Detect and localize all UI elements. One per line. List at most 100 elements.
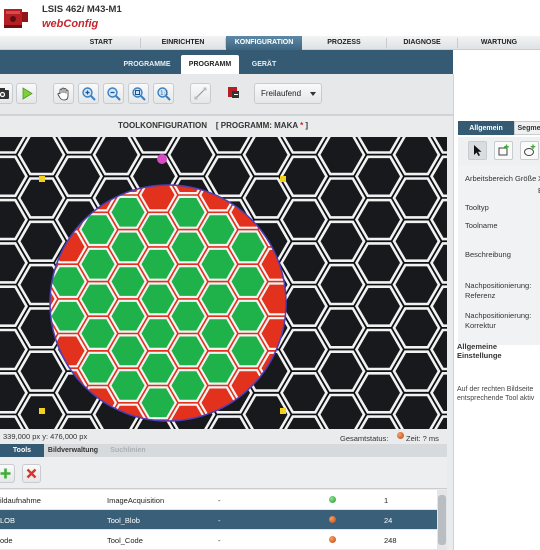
mesh-cell xyxy=(242,177,291,219)
tab-bildverwaltung[interactable]: Bildverwaltung xyxy=(44,444,102,457)
tool-config-title: TOOLKONFIGURATION [ PROGRAMM: MAKA * ] xyxy=(118,121,309,130)
nav-start[interactable]: START xyxy=(62,36,140,50)
mesh-cell xyxy=(17,350,66,392)
properties-panel: Allgemein Segme Arbeitsbereich Größe X B… xyxy=(453,74,540,550)
hand-icon xyxy=(57,87,69,101)
mesh-cell xyxy=(242,137,291,176)
resize-handle[interactable] xyxy=(39,176,45,182)
blob-cell xyxy=(108,369,148,402)
subnav-geraet[interactable]: GERÄT xyxy=(242,55,286,74)
mesh-cell xyxy=(392,307,441,349)
tool-name: ode xyxy=(0,536,13,545)
blob-cell xyxy=(78,351,118,385)
zoom-in-button[interactable] xyxy=(78,83,99,104)
delete-tool-button[interactable] xyxy=(22,464,41,483)
tool-dash: - xyxy=(218,516,221,525)
mesh-cell xyxy=(167,137,216,176)
play-button[interactable] xyxy=(16,83,37,104)
mesh-cell xyxy=(317,350,366,392)
blob-cell xyxy=(108,230,148,264)
blob-cell xyxy=(138,351,178,385)
resize-handle[interactable] xyxy=(280,408,286,414)
table-row[interactable]: ildaufnahme ImageAcquisition - 1 xyxy=(0,490,437,510)
mesh-cell xyxy=(317,177,366,219)
resize-handle[interactable] xyxy=(280,176,286,182)
sub-nav: PROGRAMME PROGRAMM GERÄT xyxy=(0,50,453,74)
cursor-coordinates: 339,000 px y: 476,000 px xyxy=(3,432,88,441)
scrollbar-thumb[interactable] xyxy=(438,495,446,545)
tool-type: ImageAcquisition xyxy=(107,496,165,505)
blob-cell xyxy=(108,195,148,229)
blob-cell xyxy=(198,317,238,350)
blob-cell xyxy=(228,230,268,264)
nav-wartung[interactable]: WARTUNG xyxy=(458,36,540,50)
toolbar: 1:1 Freilaufend xyxy=(0,74,453,114)
blob-cell xyxy=(108,265,148,299)
mesh-cell xyxy=(354,155,403,198)
mesh-cell xyxy=(357,137,401,154)
resize-handle[interactable] xyxy=(39,408,45,414)
crosshair-button[interactable] xyxy=(190,83,211,104)
field-label-tooltyp: Tooltyp xyxy=(465,203,489,212)
blob-cell xyxy=(198,213,238,247)
tab-tools[interactable]: Tools xyxy=(0,444,44,457)
camera-image-canvas xyxy=(0,137,447,429)
tab-segmentierung[interactable]: Segme xyxy=(514,121,540,135)
tab-allgemein[interactable]: Allgemein xyxy=(458,121,514,135)
tab-suchlinien[interactable]: Suchlinien xyxy=(102,444,154,457)
blob-cell xyxy=(108,299,148,333)
add-ellipse-icon xyxy=(524,144,536,156)
mesh-cell xyxy=(279,328,328,371)
nav-prozess[interactable]: PROZESS xyxy=(302,36,386,50)
device-icon xyxy=(228,87,239,98)
add-ellipse-button[interactable] xyxy=(520,141,539,160)
mesh-cell xyxy=(57,137,101,154)
camera-button[interactable] xyxy=(0,83,13,104)
zoom-actual-button[interactable]: 1:1 xyxy=(153,83,174,104)
overall-status-icon xyxy=(397,432,404,439)
blob-cell xyxy=(168,230,208,264)
acquisition-mode-value: Freilaufend xyxy=(261,89,302,98)
nav-konfiguration[interactable]: KONFIGURATION xyxy=(226,36,302,50)
tool-value: 248 xyxy=(384,536,397,545)
subnav-programme[interactable]: PROGRAMME xyxy=(114,55,180,74)
mesh-cell xyxy=(279,372,328,414)
cursor-icon xyxy=(474,145,482,156)
zoom-fit-button[interactable] xyxy=(128,83,149,104)
tool-table: ildaufnahme ImageAcquisition - 1 LOB Too… xyxy=(0,490,437,550)
tool-value: 1 xyxy=(384,496,389,505)
device-button[interactable] xyxy=(224,83,245,104)
blob-cell xyxy=(168,195,208,229)
pan-button[interactable] xyxy=(53,83,74,104)
rotate-handle[interactable] xyxy=(157,154,167,164)
acquisition-mode-select[interactable]: Freilaufend xyxy=(254,83,322,104)
tool-value: 24 xyxy=(384,516,393,525)
table-row[interactable]: ode Tool_Code - 248 xyxy=(0,530,437,550)
delete-icon xyxy=(26,468,37,479)
table-scrollbar[interactable] xyxy=(437,490,447,550)
mesh-cell xyxy=(279,285,328,327)
field-label-arbeitsbereich: Arbeitsbereich Größe xyxy=(465,174,537,183)
blob-cell xyxy=(168,369,208,402)
mesh-cell xyxy=(354,372,403,414)
tool-dash: - xyxy=(218,496,221,505)
nav-einrichten[interactable]: EINRICHTEN xyxy=(141,36,225,50)
camera-image-view[interactable] xyxy=(0,137,447,429)
tool-type: Tool_Blob xyxy=(107,516,140,525)
select-tool-button[interactable] xyxy=(468,141,487,160)
blob-cell xyxy=(50,299,88,333)
blob-cell xyxy=(138,282,178,316)
table-row[interactable]: LOB Tool_Blob - 24 xyxy=(0,510,437,530)
zoom-out-button[interactable] xyxy=(103,83,124,104)
subnav-programm[interactable]: PROGRAMM xyxy=(181,55,239,74)
add-tool-button[interactable] xyxy=(0,464,15,483)
app-window: LSIS 462i M43-M1 webConfig START EINRICH… xyxy=(0,0,540,550)
add-rect-button[interactable] xyxy=(494,141,513,160)
play-icon xyxy=(22,87,33,100)
mesh-cell xyxy=(132,137,176,154)
properties-toolbar xyxy=(458,137,540,165)
nav-diagnose[interactable]: DIAGNOSE xyxy=(387,36,457,50)
chevron-down-icon xyxy=(310,92,316,96)
add-rectangle-icon xyxy=(498,144,509,156)
blob-cell xyxy=(138,386,178,420)
